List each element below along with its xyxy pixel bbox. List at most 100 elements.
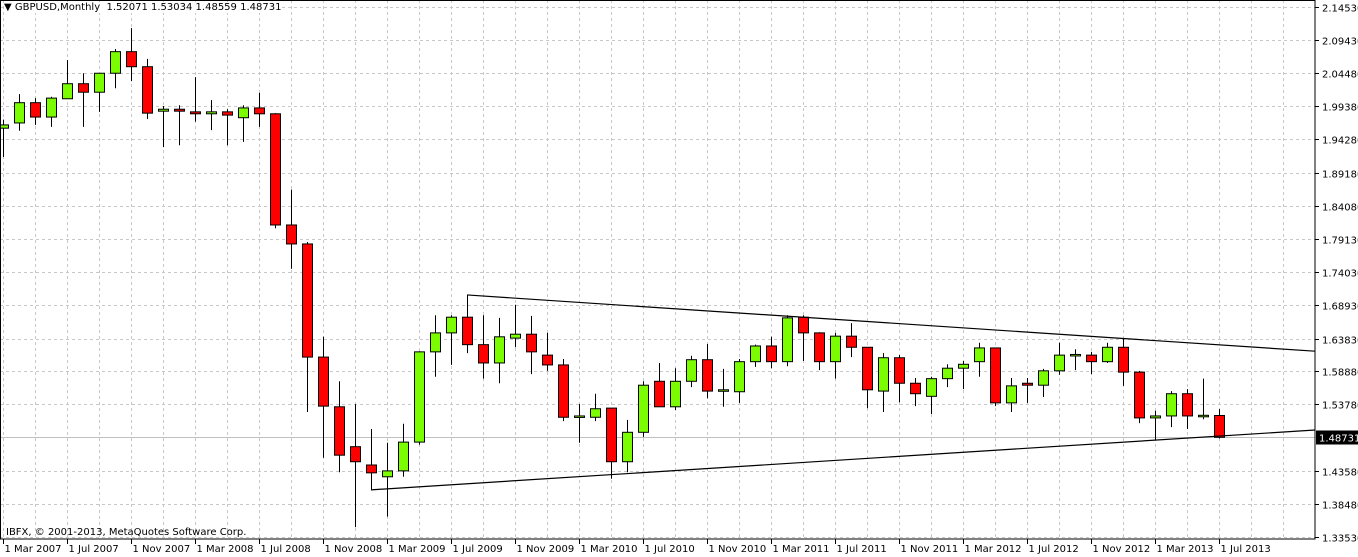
candle[interactable] [894, 355, 905, 403]
candle[interactable] [142, 58, 153, 120]
candle[interactable] [1086, 351, 1097, 375]
candle[interactable] [942, 364, 953, 388]
candle[interactable] [1150, 410, 1161, 441]
candle[interactable] [798, 315, 809, 362]
candle[interactable] [190, 77, 201, 122]
candle[interactable] [238, 105, 249, 142]
y-tick-label: 2.09430 [1322, 37, 1358, 48]
bear-candle-body [366, 464, 377, 474]
candle[interactable] [1022, 378, 1033, 403]
candle[interactable] [1038, 368, 1049, 397]
x-tick-label: 1 Nov 2012 [1093, 544, 1151, 555]
candle[interactable] [670, 368, 681, 411]
triangle-down-icon[interactable]: ▼ [4, 2, 12, 13]
candle[interactable] [366, 429, 377, 490]
candle[interactable] [910, 378, 921, 407]
candle[interactable] [558, 359, 569, 422]
candle[interactable] [862, 346, 873, 409]
candle[interactable] [30, 98, 41, 125]
candle[interactable] [398, 423, 409, 477]
candle[interactable] [510, 304, 521, 348]
candle[interactable] [350, 404, 361, 528]
upper-resistance-trendline[interactable] [466, 294, 1316, 352]
x-tick-label: 1 Jul 2010 [645, 544, 695, 555]
trendlines[interactable] [370, 294, 1316, 491]
candle[interactable] [462, 294, 473, 354]
candle[interactable] [702, 344, 713, 399]
candle[interactable] [62, 60, 73, 100]
price-axis[interactable]: 2.14530 2.09430 2.04480 1.99380 1.94280 1.891… [1315, 4, 1358, 545]
chart-header: ▼ GBPUSD,Monthly 1.52071 1.53034 1.48559… [4, 2, 282, 13]
time-axis[interactable]: 1 Mar 2007 1 Jul 2007 1 Nov 2007 1 Mar 2008… [3, 539, 1271, 555]
candle[interactable] [158, 105, 169, 148]
candle[interactable] [46, 96, 57, 127]
candle[interactable] [254, 92, 265, 127]
candle[interactable] [206, 100, 217, 131]
candlestick-chart[interactable]: 2.14530 2.09430 2.04480 1.99380 1.94280 1.891… [0, 0, 1358, 557]
candle[interactable] [1102, 342, 1113, 363]
candle[interactable] [1054, 342, 1065, 375]
x-tick-label: 1 Jul 2009 [453, 544, 503, 555]
candle[interactable] [1134, 370, 1145, 424]
candle[interactable] [446, 315, 457, 365]
bear-candle-body [990, 347, 1001, 404]
candle[interactable] [990, 347, 1001, 407]
bull-candle-body [382, 470, 393, 478]
candle[interactable] [766, 336, 777, 369]
bear-candle-body [558, 364, 569, 418]
candle[interactable] [1198, 378, 1209, 420]
candle[interactable] [622, 419, 633, 473]
bull-candle-body [1070, 353, 1081, 357]
candle[interactable] [382, 442, 393, 517]
candle[interactable] [750, 344, 761, 367]
candle[interactable] [686, 355, 697, 388]
candle[interactable] [318, 336, 329, 458]
candle[interactable] [846, 323, 857, 358]
candle[interactable] [926, 376, 937, 414]
candle[interactable] [334, 381, 345, 473]
candle[interactable] [606, 407, 617, 479]
candle[interactable] [110, 49, 121, 89]
candle[interactable] [830, 332, 841, 379]
lower-support-trendline[interactable] [370, 429, 1316, 491]
bull-candle-body [94, 72, 105, 93]
candle[interactable] [430, 315, 441, 377]
candle[interactable] [958, 361, 969, 390]
candle[interactable] [302, 241, 313, 413]
candle[interactable] [718, 368, 729, 407]
candle[interactable] [414, 351, 425, 445]
candle[interactable] [270, 113, 281, 229]
bull-candle-body [926, 378, 937, 397]
candle[interactable] [78, 73, 89, 127]
candle[interactable] [1182, 389, 1193, 430]
candle[interactable] [494, 317, 505, 384]
bull-candle-body [734, 361, 745, 393]
candle[interactable] [542, 332, 553, 371]
candle[interactable] [1214, 409, 1225, 439]
candle[interactable] [974, 342, 985, 377]
plot-frame [0, 0, 1316, 540]
x-tick-label: 1 Jul 2007 [69, 544, 119, 555]
candle[interactable] [1070, 349, 1081, 371]
candle[interactable] [814, 332, 825, 371]
bear-candle-body [894, 357, 905, 384]
bull-candle-body [510, 333, 521, 339]
bull-candle-body [1150, 415, 1161, 419]
candle[interactable] [286, 189, 297, 269]
candle[interactable] [0, 119, 9, 157]
candle[interactable] [478, 315, 489, 379]
bull-candle-body [14, 102, 25, 124]
candle[interactable] [14, 94, 25, 131]
y-tick-label: 1.58880 [1322, 368, 1358, 379]
candle[interactable] [590, 393, 601, 422]
candle[interactable] [1118, 338, 1129, 386]
candle[interactable] [638, 381, 649, 437]
candle[interactable] [574, 404, 585, 443]
candle[interactable] [654, 362, 665, 408]
candle[interactable] [1166, 391, 1177, 428]
candle[interactable] [526, 315, 537, 375]
candle[interactable] [734, 359, 745, 403]
candle[interactable] [878, 353, 889, 413]
candle[interactable] [782, 315, 793, 367]
candle[interactable] [1006, 378, 1017, 413]
